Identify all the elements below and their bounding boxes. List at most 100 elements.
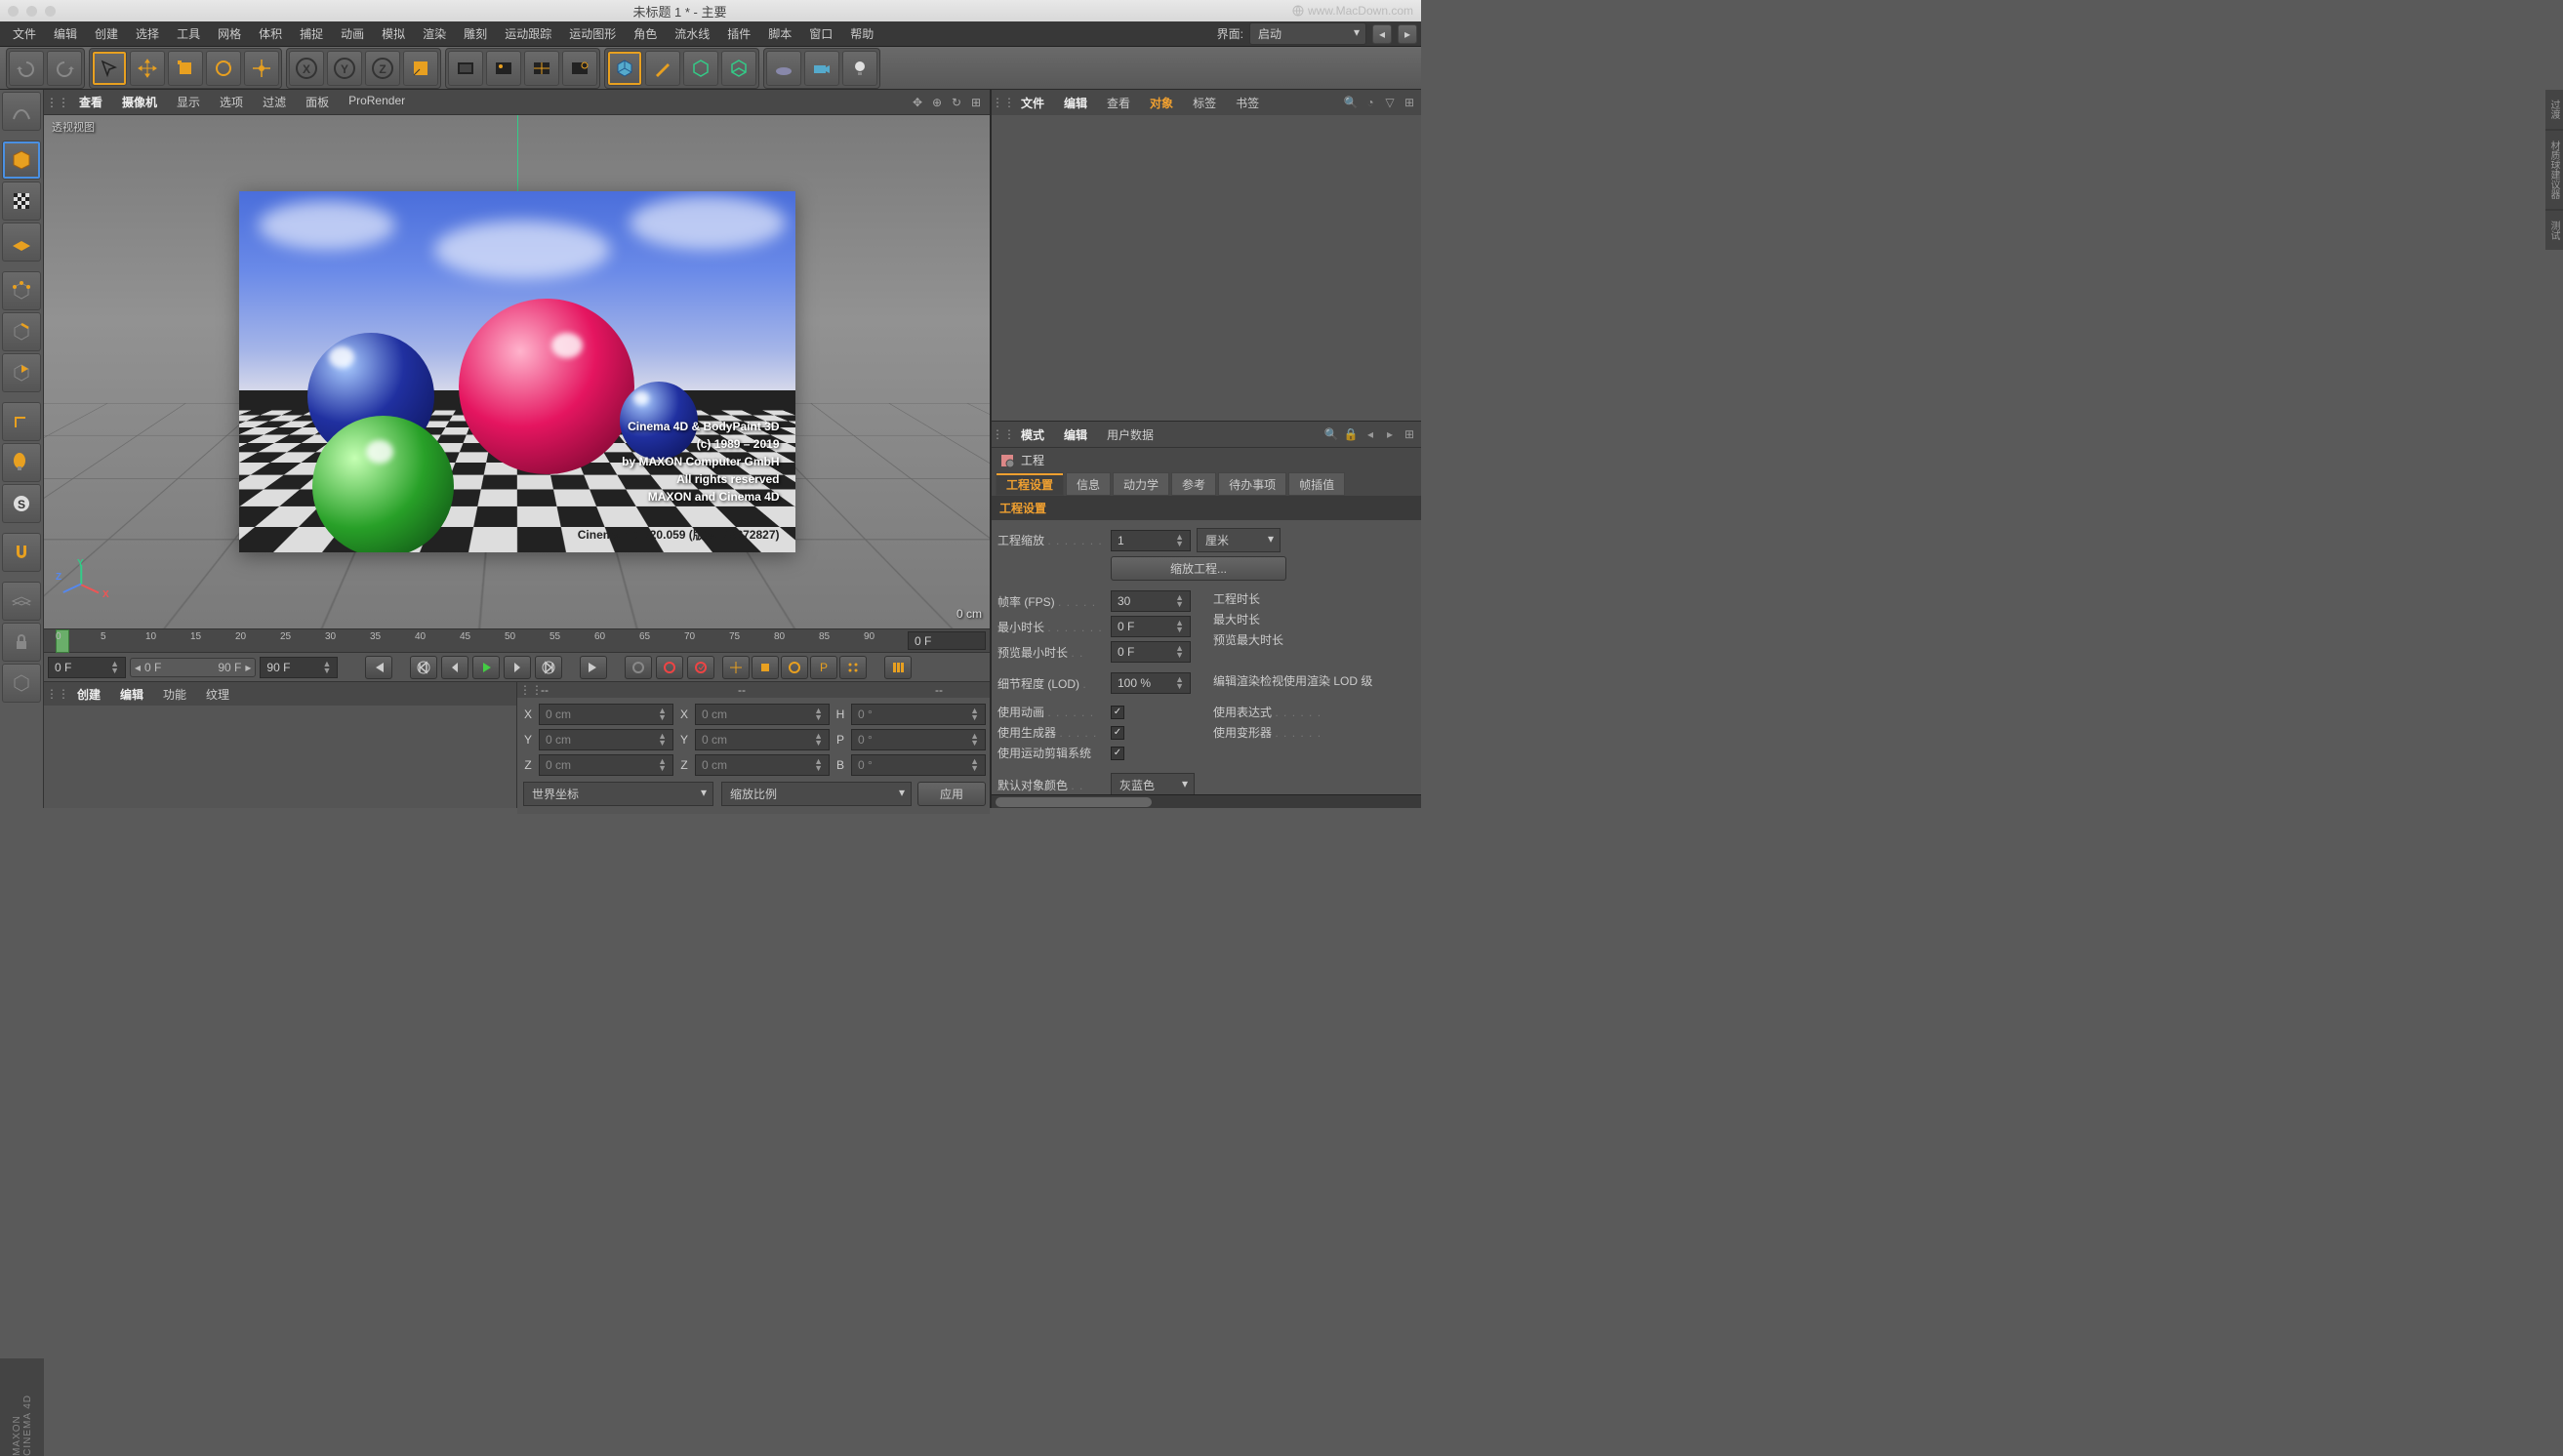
prev-min-field[interactable]: 0 F▲▼ [1111,641,1191,663]
vp-zoom-icon[interactable]: ⊕ [929,95,945,110]
material-tab-0[interactable]: 创建 [67,683,110,706]
obj-tab-3[interactable]: 对象 [1140,91,1183,115]
y-axis-lock[interactable]: Y [327,51,362,86]
key-pla-button[interactable] [839,656,867,679]
coord-system-button[interactable] [403,51,438,86]
workplane-button[interactable] [2,582,41,621]
layout-next-icon[interactable]: ▸ [1398,24,1417,44]
prev-key-button[interactable] [410,656,437,679]
render-settings-button[interactable] [562,51,597,86]
fps-field[interactable]: 30▲▼ [1111,590,1191,612]
move-tool[interactable] [130,51,165,86]
axis-mode-button[interactable] [2,402,41,441]
attr-subtab-2[interactable]: 动力学 [1113,472,1169,496]
grip-icon[interactable]: ⋮⋮ [996,426,1011,442]
vp-menu-5[interactable]: 面板 [296,91,339,113]
menu-9[interactable]: 模拟 [373,21,414,46]
pos-X[interactable]: 0 cm▲▼ [539,704,673,725]
attr-subtab-3[interactable]: 参考 [1171,472,1216,496]
menu-7[interactable]: 捕捉 [291,21,332,46]
expand-icon[interactable]: ⊞ [1402,95,1417,110]
camera-button[interactable] [804,51,839,86]
menu-15[interactable]: 流水线 [666,21,718,46]
render-view-button[interactable] [448,51,483,86]
render-picture-button[interactable] [486,51,521,86]
record-button[interactable] [625,656,652,679]
obj-tab-0[interactable]: 文件 [1011,91,1054,115]
menu-10[interactable]: 渲染 [414,21,455,46]
rot-B[interactable]: 0 °▲▼ [851,754,986,776]
material-tab-3[interactable]: 纹理 [196,683,239,706]
attr-subtab-5[interactable]: 帧插值 [1288,472,1345,496]
menu-5[interactable]: 网格 [209,21,250,46]
vp-menu-2[interactable]: 显示 [167,91,210,113]
key-pos-button[interactable] [722,656,750,679]
polygon-mode-button[interactable] [2,353,41,392]
layout-prev-icon[interactable]: ◂ [1372,24,1392,44]
maximize-window-icon[interactable] [45,6,56,17]
default-color-select[interactable]: 灰蓝色 [1111,773,1195,794]
viewport[interactable]: 透视视图 XYZ 0 cm Cinema 4D & BodyPaint 3D (… [44,115,990,628]
use-motion-check[interactable]: ✓ [1111,747,1124,760]
menu-0[interactable]: 文件 [4,21,45,46]
search-icon[interactable]: 🔍 [1343,95,1359,110]
layout-select[interactable]: 启动 [1249,22,1366,45]
rot-H[interactable]: 0 °▲▼ [851,704,986,725]
search-icon[interactable]: 🔍 [1323,426,1339,442]
side-tab-2[interactable]: 材质球建议器 [2545,131,2563,209]
scale-project-button[interactable]: 缩放工程... [1111,556,1286,581]
point-mode-button[interactable] [2,271,41,310]
magnet-button[interactable] [2,533,41,572]
go-start-button[interactable] [365,656,392,679]
autokey-button[interactable] [656,656,683,679]
timeline-frame-display[interactable] [908,631,986,650]
play-button[interactable] [472,656,500,679]
attr-subtab-1[interactable]: 信息 [1066,472,1111,496]
obj-tab-5[interactable]: 书签 [1226,91,1269,115]
next-frame-button[interactable] [504,656,531,679]
menu-2[interactable]: 创建 [86,21,127,46]
minimize-window-icon[interactable] [26,6,37,17]
close-window-icon[interactable] [8,6,19,17]
primitive-cube-button[interactable] [607,51,642,86]
key-param-button[interactable]: P [810,656,837,679]
menu-16[interactable]: 插件 [718,21,759,46]
edge-mode-button[interactable] [2,312,41,351]
generator-button[interactable] [683,51,718,86]
light-button[interactable] [842,51,877,86]
key-rot-button[interactable] [781,656,808,679]
attr-subtab-0[interactable]: 工程设置 [996,472,1064,496]
snap-button[interactable]: S [2,484,41,523]
vp-menu-6[interactable]: ProRender [339,91,415,113]
attr-menu-1[interactable]: 编辑 [1054,423,1097,447]
prev-frame-button[interactable] [441,656,468,679]
make-editable-button[interactable] [2,92,41,131]
menu-8[interactable]: 动画 [332,21,373,46]
vp-move-icon[interactable]: ✥ [910,95,925,110]
pos-Y[interactable]: 0 cm▲▼ [539,729,673,750]
attr-menu-2[interactable]: 用户数据 [1097,423,1163,447]
current-frame-field[interactable]: 0 F▲▼ [48,657,126,678]
grip-icon[interactable]: ⋮⋮ [523,682,539,698]
vp-rotate-icon[interactable]: ↻ [949,95,964,110]
environment-button[interactable] [766,51,801,86]
use-gen-check[interactable]: ✓ [1111,726,1124,740]
side-tab-3[interactable]: 测试 [2545,211,2563,250]
menu-12[interactable]: 运动跟踪 [496,21,560,46]
side-tab-1[interactable]: 过渡 [2545,90,2563,129]
vp-menu-1[interactable]: 摄像机 [112,91,167,113]
filter-icon[interactable]: ▽ [1382,95,1398,110]
apply-button[interactable]: 应用 [917,782,986,806]
material-area[interactable] [44,706,516,808]
vp-maximize-icon[interactable]: ⊞ [968,95,984,110]
scale-tool[interactable] [168,51,203,86]
vp-menu-4[interactable]: 过滤 [253,91,296,113]
range-start[interactable]: 0 F [144,661,161,674]
texture-mode-button[interactable] [2,182,41,221]
timeline-ruler[interactable]: 051015202530354045505560657075808590 [44,628,990,652]
rot-P[interactable]: 0 °▲▼ [851,729,986,750]
grip-icon[interactable]: ⋮⋮ [996,95,1011,110]
view-icon[interactable]: ◔ [1363,95,1378,110]
scale-mode-select[interactable]: 缩放比例 [721,782,912,806]
keyframe-sel-button[interactable] [687,656,714,679]
